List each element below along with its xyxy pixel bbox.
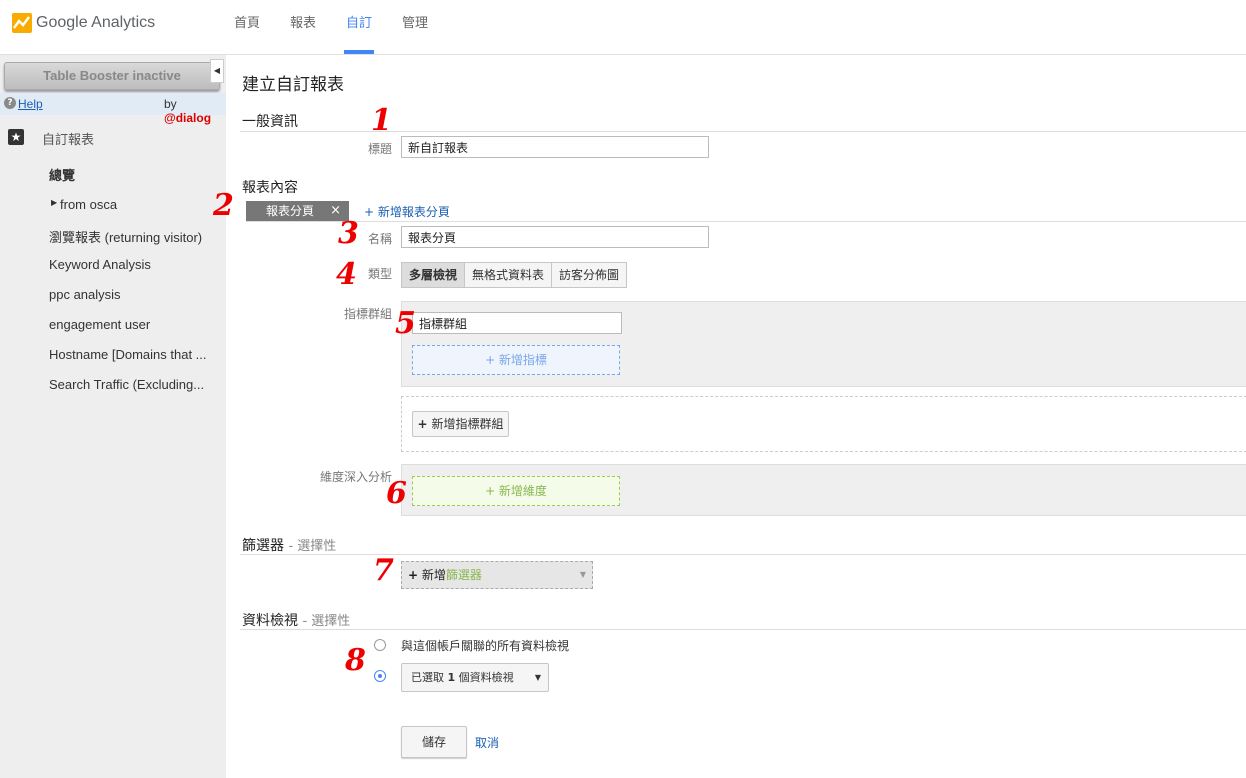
- help-link[interactable]: Help: [18, 97, 43, 111]
- sidebar-item-engagement-user[interactable]: engagement user: [49, 317, 150, 332]
- add-filter-prefix: 新增: [421, 568, 446, 582]
- dimension-box: + 新增維度: [401, 464, 1246, 516]
- views-select-dropdown[interactable]: 已選取 1 個資料檢視 ▼: [401, 663, 549, 692]
- annotation-3: 3: [338, 216, 359, 251]
- views-selected-prefix: 已選取: [411, 671, 444, 684]
- add-filter-suffix: 篩選器: [445, 568, 482, 582]
- add-metric-button[interactable]: + 新增指標: [412, 345, 620, 375]
- analytics-logo-icon: [12, 13, 32, 33]
- filters-heading: 篩選器 - 選擇性: [242, 535, 336, 555]
- type-segmented-control: 多層檢視 無格式資料表 訪客分佈圖: [401, 262, 628, 288]
- table-booster-button[interactable]: Table Booster inactive: [4, 62, 220, 90]
- add-metric-group-box: + 新增指標群組: [401, 396, 1246, 452]
- plus-icon: +: [417, 417, 428, 431]
- chevron-down-icon: ▼: [534, 673, 541, 682]
- filters-heading-text: 篩選器: [242, 538, 284, 554]
- views-heading-text: 資料檢視: [242, 613, 298, 629]
- annotation-6: 6: [386, 476, 407, 511]
- views-optional: - 選擇性: [302, 614, 351, 629]
- metric-group-label: 指標群組: [343, 307, 392, 321]
- sidebar: Table Booster inactive ◀ ? Help by @dial…: [0, 55, 226, 778]
- plus-icon: +: [408, 568, 419, 582]
- general-info-heading: 一般資訊: [242, 114, 298, 130]
- add-filter-dropdown[interactable]: + 新增篩選器 ▼: [401, 561, 593, 589]
- collapse-sidebar-icon[interactable]: ◀: [210, 59, 224, 83]
- annotation-2: 2: [213, 188, 234, 223]
- tab-divider: [246, 221, 1246, 222]
- top-header: Google Analytics 首頁 報表 自訂 管理: [0, 0, 1246, 55]
- add-metric-group-label: 新增指標群組: [431, 417, 504, 431]
- byline: by @dialog: [164, 97, 226, 125]
- report-tab[interactable]: 報表分頁 ×: [246, 201, 349, 221]
- expand-arrow-icon[interactable]: ▶: [51, 198, 57, 207]
- dimension-drilldown-label: 維度深入分析: [319, 470, 392, 484]
- type-flat-table-button[interactable]: 無格式資料表: [465, 262, 553, 288]
- annotation-8: 8: [345, 643, 366, 678]
- sidebar-item-hostname[interactable]: Hostname [Domains that ...: [49, 347, 207, 362]
- add-dimension-button[interactable]: + 新增維度: [412, 476, 620, 506]
- name-input[interactable]: 報表分頁: [401, 226, 709, 248]
- title-label: 標題: [367, 142, 392, 156]
- metric-group-input[interactable]: 指標群組: [412, 312, 622, 334]
- all-views-label: 與這個帳戶關聯的所有資料檢視: [401, 639, 570, 653]
- logo-text: Google Analytics: [36, 14, 156, 31]
- sidebar-item-search-traffic[interactable]: Search Traffic (Excluding...: [49, 377, 204, 392]
- annotation-1: 1: [371, 103, 392, 138]
- views-divider: [240, 629, 1246, 630]
- views-selected-suffix: 個資料檢視: [458, 671, 514, 684]
- tab-admin[interactable]: 管理: [400, 0, 430, 54]
- selected-views-radio[interactable]: [374, 670, 386, 682]
- help-icon: ?: [4, 97, 16, 109]
- dialog-brand[interactable]: @dialog: [164, 111, 211, 125]
- views-heading: 資料檢視 - 選擇性: [242, 610, 350, 630]
- brand-name: dialog: [175, 111, 212, 125]
- annotation-4: 4: [336, 257, 357, 292]
- tab-home[interactable]: 首頁: [232, 0, 262, 54]
- sidebar-item-from-osca[interactable]: from osca: [60, 197, 117, 212]
- sidebar-item-ppc-analysis[interactable]: ppc analysis: [49, 287, 121, 302]
- views-selected-count: 1: [447, 671, 456, 684]
- save-button[interactable]: 儲存: [401, 726, 467, 758]
- sidebar-item-overview[interactable]: 總覽: [49, 165, 75, 184]
- name-label: 名稱: [367, 232, 392, 246]
- tab-customization[interactable]: 自訂: [344, 0, 375, 54]
- title-input[interactable]: 新自訂報表: [401, 136, 709, 158]
- add-tab-link[interactable]: + 新增報表分頁: [364, 203, 450, 220]
- star-icon: ★: [8, 129, 24, 145]
- sidebar-item-keyword-analysis[interactable]: Keyword Analysis: [49, 257, 151, 272]
- filters-optional: - 選擇性: [288, 539, 337, 554]
- main-content: 建立自訂報表 一般資訊 標題 新自訂報表 報表內容 報表分頁 × + 新增報表分…: [226, 55, 1246, 778]
- sidebar-section-custom-reports[interactable]: 自訂報表: [42, 129, 94, 148]
- by-label: by: [164, 97, 177, 111]
- help-row: ? Help by @dialog: [0, 93, 226, 125]
- annotation-7: 7: [373, 553, 394, 588]
- metric-group-box: 指標群組 + 新增指標: [401, 301, 1246, 387]
- chevron-down-icon: ▼: [579, 570, 586, 579]
- tab-reports[interactable]: 報表: [288, 0, 318, 54]
- annotation-5: 5: [395, 306, 416, 341]
- report-tab-label: 報表分頁: [266, 204, 315, 218]
- page-title: 建立自訂報表: [242, 75, 344, 95]
- add-metric-group-button[interactable]: + 新增指標群組: [412, 411, 509, 437]
- report-content-heading: 報表內容: [242, 180, 298, 196]
- type-map-overlay-button[interactable]: 訪客分佈圖: [552, 262, 628, 288]
- type-explorer-button[interactable]: 多層檢視: [401, 262, 466, 288]
- all-views-radio[interactable]: [374, 639, 386, 651]
- sidebar-item-returning-visitor[interactable]: 瀏覽報表 (returning visitor): [49, 227, 202, 246]
- cancel-link[interactable]: 取消: [475, 734, 499, 751]
- logo[interactable]: Google Analytics: [12, 13, 155, 33]
